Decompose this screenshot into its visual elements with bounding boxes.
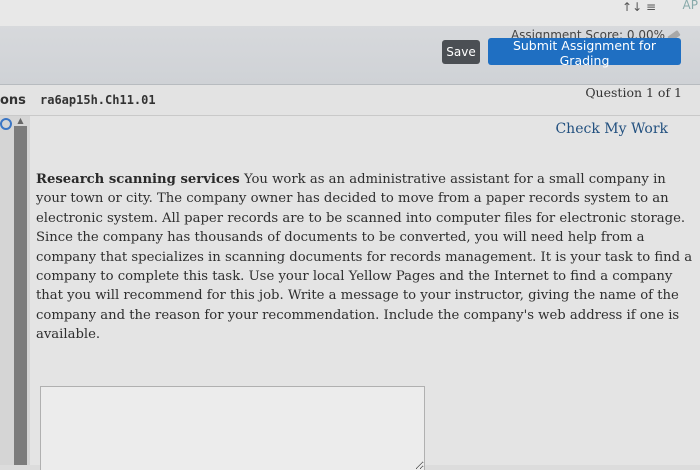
save-button[interactable]: Save xyxy=(442,40,480,64)
window-controls-icon: ↑↓ ≡ xyxy=(622,0,656,14)
assignment-toolbar: Assignment Score: 0.00% Save Submit Assi… xyxy=(0,26,700,85)
top-right-label: AP xyxy=(682,0,698,12)
question-title: Research scanning services xyxy=(36,172,240,187)
question-header: ons ra6ap15h.Ch11.01 Question 1 of 1 xyxy=(0,85,700,116)
question-text: Research scanning services You work as a… xyxy=(36,170,696,345)
left-panel-tab[interactable]: ons xyxy=(0,93,26,108)
top-strip: ↑↓ ≡ AP xyxy=(0,0,700,26)
answer-input[interactable] xyxy=(40,386,425,470)
scrollbar[interactable] xyxy=(14,126,27,465)
question-counter: Question 1 of 1 xyxy=(585,85,682,100)
question-id: ra6ap15h.Ch11.01 xyxy=(40,93,156,107)
check-my-work-link[interactable]: Check My Work xyxy=(555,121,668,137)
radio-circle-icon[interactable] xyxy=(0,118,12,130)
submit-assignment-button[interactable]: Submit Assignment for Grading xyxy=(488,38,681,68)
question-body: You work as an administrative assistant … xyxy=(36,172,693,343)
scroll-up-icon[interactable]: ▲ xyxy=(14,116,27,126)
